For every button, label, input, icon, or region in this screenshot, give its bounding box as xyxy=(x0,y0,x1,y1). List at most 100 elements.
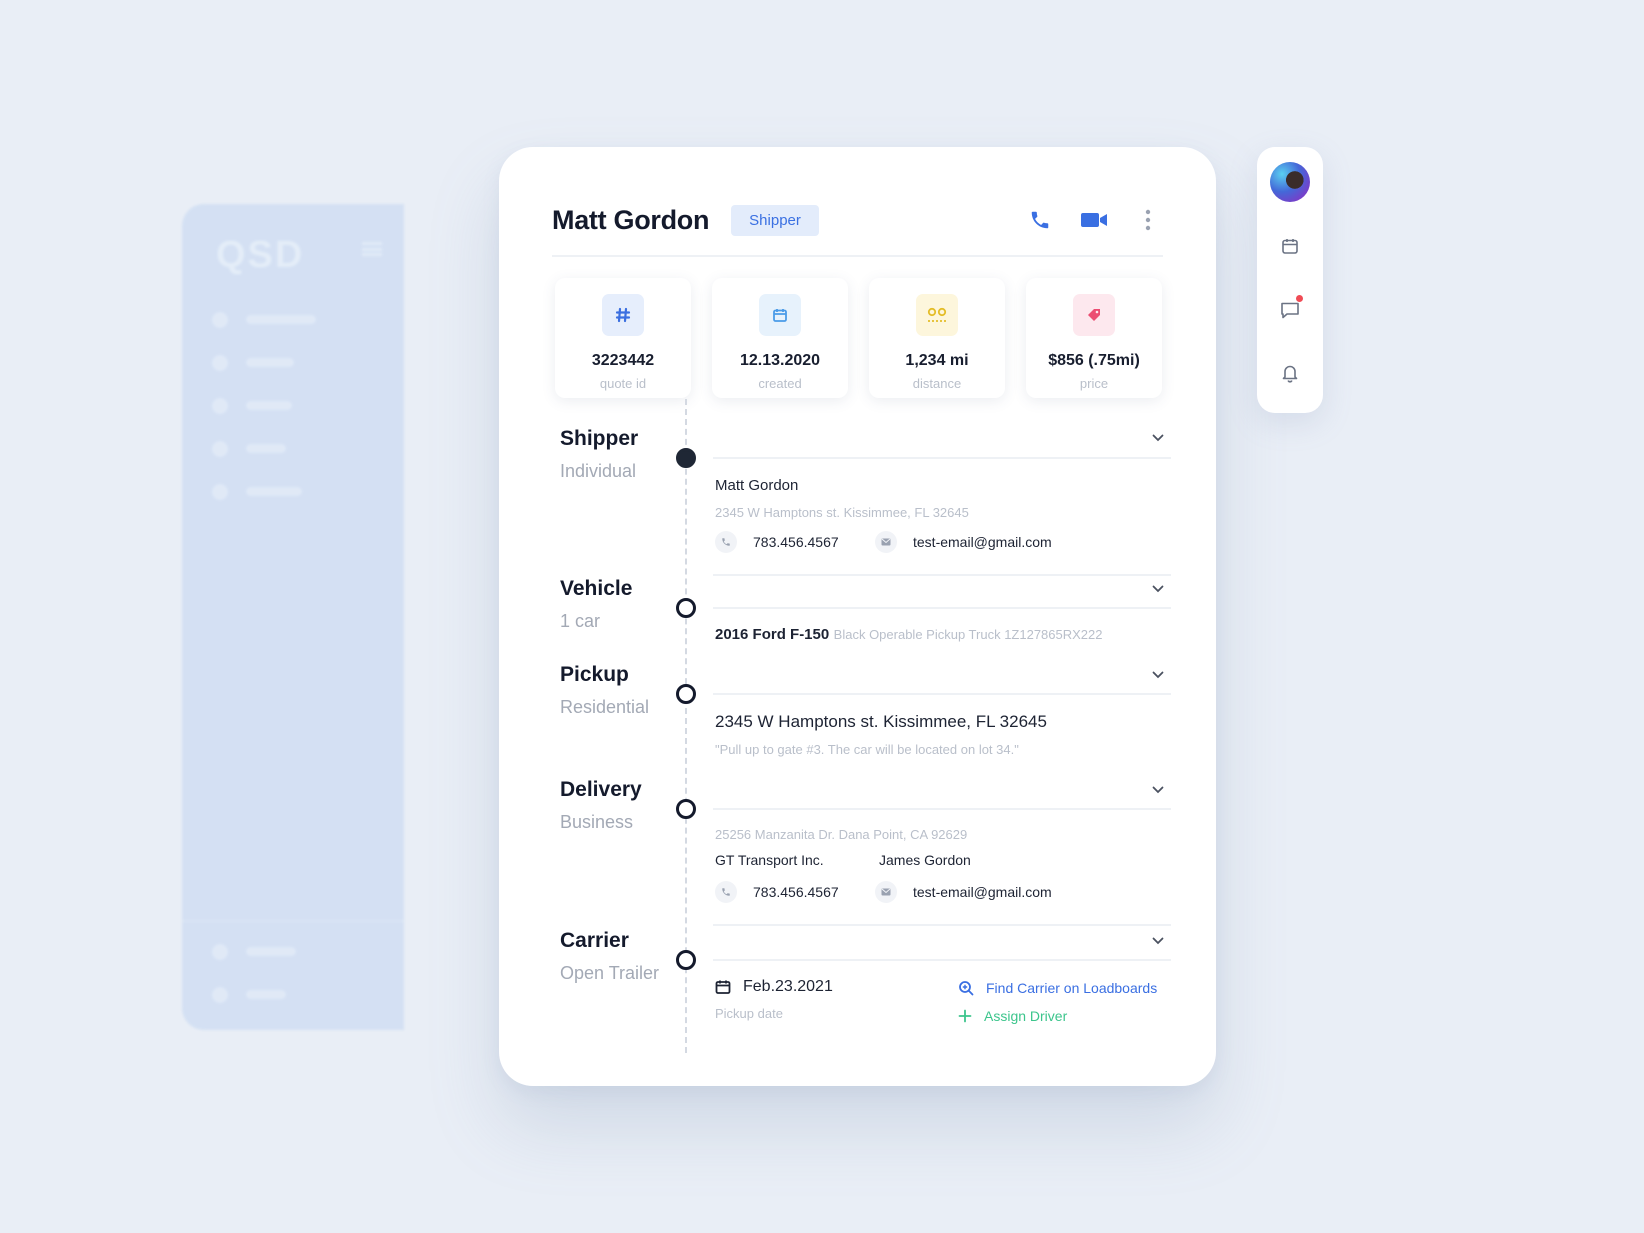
delivery-contact-name: James Gordon xyxy=(879,852,971,868)
chevron-down-icon xyxy=(1152,585,1164,593)
email-address: test-email@gmail.com xyxy=(913,534,1052,550)
expand-delivery-button[interactable] xyxy=(1148,780,1168,800)
vehicle-details: Black Operable Pickup Truck 1Z127865RX22… xyxy=(833,627,1103,642)
tag-icon xyxy=(1088,309,1100,321)
stat-value: 1,234 mi xyxy=(905,352,969,369)
sidebar-divider xyxy=(182,920,404,922)
call-button[interactable] xyxy=(1025,205,1055,235)
notifications-button[interactable] xyxy=(1277,360,1303,386)
video-camera-icon xyxy=(1081,213,1107,227)
stat-label: price xyxy=(1079,376,1109,391)
pickup-note: "Pull up to gate #3. The car will be loc… xyxy=(715,742,1019,757)
email-icon xyxy=(875,881,897,903)
expand-vehicle-button[interactable] xyxy=(1148,579,1168,599)
section-divider xyxy=(713,574,1171,576)
contact-name: Matt Gordon xyxy=(552,204,710,235)
quote-detail-card: Matt Gordon Shipper 3223442 quote id 12.… xyxy=(499,147,1216,1086)
chevron-down-icon xyxy=(1152,671,1164,679)
brand-logo: QSD xyxy=(216,234,305,276)
assign-driver-link[interactable]: Assign Driver xyxy=(958,1008,1067,1024)
search-icon xyxy=(958,980,974,996)
more-options-button[interactable] xyxy=(1133,205,1163,235)
chat-icon xyxy=(1281,302,1299,319)
delivery-phone[interactable]: 783.456.4567 xyxy=(715,881,839,903)
more-vertical-icon xyxy=(1145,209,1151,231)
background-sidebar: QSD xyxy=(182,204,404,1030)
vehicle-description: 2016 Ford F-150 Black Operable Pickup Tr… xyxy=(715,626,1103,644)
stat-label: created xyxy=(758,376,802,391)
hash-icon xyxy=(615,307,631,323)
section-divider xyxy=(713,959,1171,961)
route-icon xyxy=(927,307,947,322)
sidebar-item xyxy=(212,341,316,384)
find-carrier-link[interactable]: Find Carrier on Loadboards xyxy=(958,980,1157,996)
section-title: Vehicle xyxy=(560,577,633,600)
section-title: Shipper xyxy=(560,427,639,450)
expand-shipper-button[interactable] xyxy=(1148,428,1168,448)
role-badge: Shipper xyxy=(731,204,819,236)
stat-icon-box xyxy=(916,294,958,336)
header-actions xyxy=(1025,205,1163,235)
plus-icon xyxy=(958,1009,972,1023)
side-toolbar xyxy=(1257,147,1323,413)
stat-value: $856 (.75mi) xyxy=(1048,352,1140,369)
stat-icon-box xyxy=(759,294,801,336)
section-divider xyxy=(713,693,1171,695)
section-subtitle: Individual xyxy=(560,461,637,481)
calendar-button[interactable] xyxy=(1277,233,1303,259)
calendar-icon xyxy=(715,979,731,995)
email-address: test-email@gmail.com xyxy=(913,884,1052,900)
pickup-date-value: Feb.23.2021 xyxy=(743,978,833,995)
shipper-phone[interactable]: 783.456.4567 xyxy=(715,531,839,553)
shipper-name: Matt Gordon xyxy=(715,477,799,494)
shipper-email[interactable]: test-email@gmail.com xyxy=(875,531,1052,553)
pickup-date-label: Pickup date xyxy=(715,1006,783,1021)
assign-driver-label: Assign Driver xyxy=(984,1008,1068,1024)
section-divider xyxy=(713,924,1171,926)
sidebar-item xyxy=(212,930,296,973)
section-title: Delivery xyxy=(560,778,642,801)
user-avatar[interactable] xyxy=(1270,162,1310,202)
video-call-button[interactable] xyxy=(1079,205,1109,235)
sidebar-item xyxy=(212,427,316,470)
stat-label: distance xyxy=(912,376,962,391)
expand-pickup-button[interactable] xyxy=(1148,665,1168,685)
timeline-node xyxy=(676,684,696,704)
section-divider xyxy=(713,457,1171,459)
calendar-icon xyxy=(1282,239,1298,254)
hamburger-icon xyxy=(362,242,382,256)
bell-icon xyxy=(1282,365,1298,383)
sidebar-bottom-nav xyxy=(212,930,296,1016)
stat-value: 12.13.2020 xyxy=(739,352,821,369)
chevron-down-icon xyxy=(1152,937,1164,945)
phone-icon xyxy=(715,881,737,903)
pickup-date: Feb.23.2021 xyxy=(715,978,833,996)
sidebar-item xyxy=(212,384,316,427)
shipper-address: 2345 W Hamptons st. Kissimmee, FL 32645 xyxy=(715,505,969,520)
section-divider xyxy=(713,607,1171,609)
card-header: Matt Gordon Shipper xyxy=(552,199,1163,257)
find-carrier-label: Find Carrier on Loadboards xyxy=(986,980,1158,996)
section-subtitle: Open Trailer xyxy=(560,963,660,983)
phone-icon xyxy=(1031,211,1049,229)
sidebar-item xyxy=(212,470,316,513)
stats-row: 3223442 quote id 12.13.2020 created 1,23… xyxy=(555,278,1162,398)
vehicle-model: 2016 Ford F-150 xyxy=(715,626,830,643)
stat-quote-id: 3223442 quote id xyxy=(555,278,691,398)
stat-icon-box xyxy=(602,294,644,336)
delivery-address: 25256 Manzanita Dr. Dana Point, CA 92629 xyxy=(715,827,968,842)
sidebar-nav xyxy=(212,298,316,513)
email-icon xyxy=(875,531,897,553)
stat-distance: 1,234 mi distance xyxy=(869,278,1005,398)
timeline-node xyxy=(676,799,696,819)
timeline-node xyxy=(676,598,696,618)
section-subtitle: 1 car xyxy=(560,611,601,631)
section-title: Carrier xyxy=(560,929,629,952)
sidebar-item xyxy=(212,973,296,1016)
timeline-node xyxy=(676,950,696,970)
expand-carrier-button[interactable] xyxy=(1148,931,1168,951)
chevron-down-icon xyxy=(1152,434,1164,442)
delivery-company: GT Transport Inc. xyxy=(715,852,824,868)
delivery-email[interactable]: test-email@gmail.com xyxy=(875,881,1052,903)
messages-button[interactable] xyxy=(1277,295,1303,323)
